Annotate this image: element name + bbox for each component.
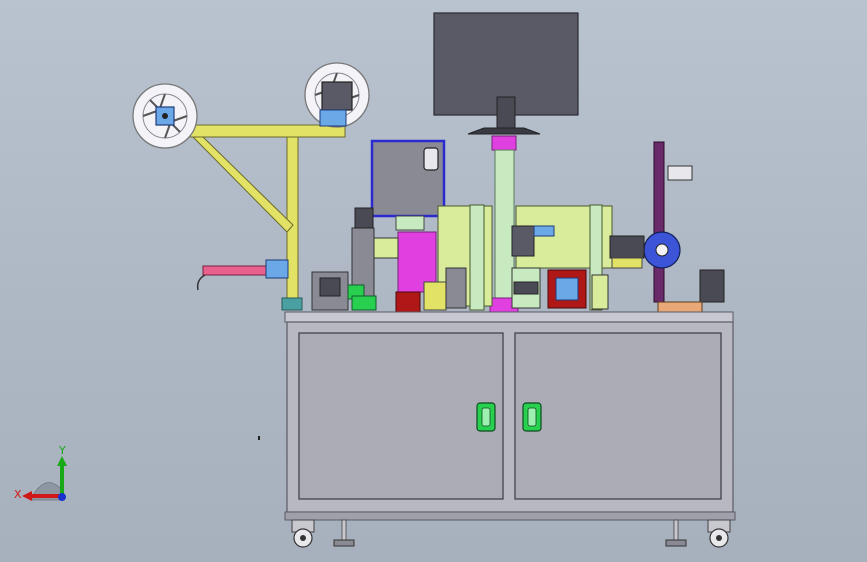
station-d bbox=[445, 267, 467, 309]
tower-wheel-hub bbox=[655, 243, 669, 257]
caster-left-hub bbox=[300, 535, 306, 541]
right-feeder-tower[interactable] bbox=[609, 141, 725, 313]
casters-and-feet bbox=[291, 519, 731, 548]
frame-foot bbox=[281, 297, 303, 311]
tower-post bbox=[653, 141, 665, 303]
assembly-stations[interactable] bbox=[423, 267, 609, 311]
caster-right-hub bbox=[716, 535, 722, 541]
x-axis-label: X bbox=[14, 488, 22, 501]
tower-yellow-tag bbox=[611, 257, 643, 269]
base-cabinet[interactable] bbox=[284, 321, 736, 521]
cabinet-door-left[interactable] bbox=[298, 332, 504, 500]
back-panel-cylinder bbox=[511, 225, 535, 257]
motor-plate bbox=[351, 295, 377, 311]
machine-assembly-model[interactable] bbox=[0, 0, 867, 562]
tower-base-plate bbox=[657, 301, 703, 313]
tower-side-block bbox=[609, 235, 645, 259]
tower-motor bbox=[699, 269, 725, 303]
y-axis-label: Y bbox=[58, 444, 66, 457]
press-slide-block bbox=[373, 237, 399, 259]
stray-mark bbox=[258, 436, 260, 440]
monitor[interactable] bbox=[433, 12, 579, 135]
station-c bbox=[423, 281, 447, 311]
guide-arm-clamp bbox=[265, 259, 289, 279]
tape-guide-arm[interactable] bbox=[196, 259, 289, 291]
left-tape-reel[interactable] bbox=[132, 83, 198, 149]
column-shaft bbox=[494, 149, 515, 301]
station-a-head bbox=[513, 281, 539, 295]
left-reel-axle bbox=[162, 113, 168, 119]
tower-top-roller bbox=[667, 165, 693, 181]
guide-arm-hook bbox=[196, 274, 206, 291]
right-reel-hub bbox=[321, 81, 353, 111]
column-top-collar bbox=[491, 135, 517, 151]
control-box-mount bbox=[395, 215, 425, 231]
right-tape-reel[interactable] bbox=[304, 62, 370, 128]
monitor-stand-base bbox=[467, 127, 541, 135]
cabinet-plinth bbox=[284, 511, 736, 521]
press-cylinder-top bbox=[354, 207, 374, 229]
frame-vertical-post bbox=[286, 136, 299, 303]
monitor-neck bbox=[496, 96, 516, 130]
cabinet-door-right[interactable] bbox=[514, 332, 722, 500]
z-axis-dot bbox=[58, 493, 66, 501]
table-top-plate bbox=[284, 311, 734, 323]
frame-diagonal-brace bbox=[191, 136, 294, 233]
station-e bbox=[591, 274, 609, 310]
foot-left-pad bbox=[333, 539, 355, 547]
back-panel-rail bbox=[469, 204, 485, 311]
foot-right-stem bbox=[673, 519, 679, 541]
motor-face bbox=[319, 277, 341, 297]
station-b-inner bbox=[555, 277, 579, 301]
cad-viewport[interactable]: Y X bbox=[0, 0, 867, 562]
press-red-base bbox=[395, 291, 421, 313]
guide-arm-bar bbox=[202, 265, 269, 276]
door-handle-left-grip bbox=[481, 407, 491, 427]
door-handle-right-grip bbox=[527, 407, 537, 427]
control-box-switch bbox=[423, 147, 439, 171]
back-panel-slide bbox=[533, 225, 555, 237]
y-axis-arrowhead bbox=[57, 456, 67, 466]
foot-left-stem bbox=[341, 519, 347, 541]
coordinate-triad: Y X bbox=[14, 444, 67, 501]
right-reel-mount bbox=[319, 109, 347, 127]
control-box[interactable] bbox=[370, 139, 446, 231]
foot-right-pad bbox=[665, 539, 687, 547]
x-axis-arrowhead bbox=[22, 491, 32, 501]
